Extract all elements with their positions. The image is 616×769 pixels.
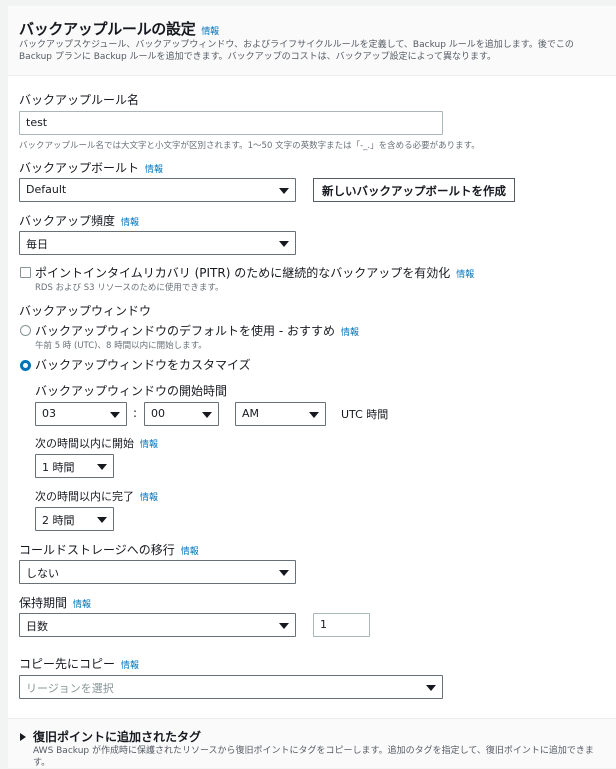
frequency-info-link[interactable]: 情報 <box>121 218 139 228</box>
retention-value-input[interactable]: 1 <box>313 613 370 637</box>
header-description: バックアップスケジュール、バックアップウィンドウ、およびライフサイクルルールを定… <box>19 40 574 62</box>
copy-region-placeholder: リージョンを選択 <box>26 682 114 695</box>
vault-select-value: Default <box>26 183 67 196</box>
create-vault-button[interactable]: 新しいバックアップボールトを作成 <box>313 178 515 202</box>
custom-window-radio[interactable] <box>20 360 31 371</box>
cold-storage-select[interactable]: しない <box>19 560 296 584</box>
frequency-select[interactable]: 毎日 <box>19 231 296 255</box>
start-time-label: バックアップウィンドウの開始時間 <box>35 384 228 398</box>
complete-within-label-text: 次の時間以内に完了 <box>35 490 134 503</box>
chevron-down-icon <box>202 412 212 418</box>
form-panel: バックアップルール名 test バックアップルール名では大文字と小文字が区別され… <box>8 76 616 718</box>
pitr-checkbox[interactable] <box>20 267 31 278</box>
hour-select[interactable]: 03 <box>35 402 127 426</box>
retention-label: 保持期間 情報 <box>19 594 91 611</box>
complete-within-value: 2 時間 <box>42 514 75 527</box>
start-within-value: 1 時間 <box>42 461 75 474</box>
start-within-label: 次の時間以内に開始 情報 <box>35 435 158 451</box>
default-window-label[interactable]: バックアップウィンドウのデフォルトを使用 - おすすめ <box>35 324 335 338</box>
copy-label-text: コピー先にコピー <box>19 657 116 671</box>
default-window-option: バックアップウィンドウのデフォルトを使用 - おすすめ 情報 <box>35 322 359 339</box>
tags-description: AWS Backup が作成時に保護されたリソースから復旧ポイントにタグをコピー… <box>33 746 594 768</box>
ampm-value: AM <box>242 407 260 420</box>
minute-select[interactable]: 00 <box>144 402 219 426</box>
frequency-label-text: バックアップ頻度 <box>19 214 116 228</box>
complete-within-label: 次の時間以内に完了 情報 <box>35 488 158 504</box>
pitr-info-link[interactable]: 情報 <box>456 270 474 280</box>
tags-toggle[interactable]: 復旧ポイントに追加されたタグ <box>33 728 201 745</box>
chevron-down-icon <box>279 241 289 247</box>
copy-info-link[interactable]: 情報 <box>121 661 139 671</box>
start-within-info-link[interactable]: 情報 <box>140 440 158 450</box>
window-label: バックアップウィンドウ <box>19 304 152 318</box>
minute-value: 00 <box>151 407 165 420</box>
pitr-label: ポイントインタイムリカバリ (PITR) のために継続的なバックアップを有効化情… <box>35 264 474 281</box>
start-within-select[interactable]: 1 時間 <box>35 454 114 478</box>
frequency-label: バックアップ頻度 情報 <box>19 212 139 229</box>
ampm-select[interactable]: AM <box>235 402 326 426</box>
chevron-down-icon <box>279 188 289 194</box>
retention-unit-value: 日数 <box>26 620 48 633</box>
chevron-down-icon <box>279 570 289 576</box>
chevron-down-icon <box>97 464 107 470</box>
cold-storage-label: コールドストレージへの移行 情報 <box>19 541 199 558</box>
chevron-down-icon <box>110 412 120 418</box>
cold-storage-value: しない <box>26 567 59 580</box>
page-title-text: バックアップルールの設定 <box>19 20 196 38</box>
caret-right-icon[interactable] <box>20 733 26 741</box>
copy-region-select[interactable]: リージョンを選択 <box>19 675 443 699</box>
vault-info-link[interactable]: 情報 <box>145 165 163 175</box>
default-window-info-link[interactable]: 情報 <box>341 328 359 338</box>
chevron-down-icon <box>97 517 107 523</box>
hour-value: 03 <box>42 407 56 420</box>
retention-unit-select[interactable]: 日数 <box>19 613 296 637</box>
retention-label-text: 保持期間 <box>19 596 68 610</box>
page-title: バックアップルールの設定 情報 <box>19 18 219 39</box>
chevron-down-icon <box>309 412 319 418</box>
vault-select[interactable]: Default <box>19 178 296 202</box>
pitr-hint: RDS および S3 リソースのために使用できます。 <box>35 283 224 293</box>
time-colon: : <box>133 406 138 420</box>
header-info-link[interactable]: 情報 <box>201 27 219 37</box>
vault-label-text: バックアップボールト <box>19 161 140 175</box>
complete-within-info-link[interactable]: 情報 <box>140 493 158 503</box>
rule-name-hint: バックアップルール名では大文字と小文字が区別されます。1～50 文字の英数字また… <box>19 141 480 151</box>
section-header: バックアップルールの設定 情報 バックアップスケジュール、バックアップウィンドウ、… <box>8 6 616 76</box>
default-window-radio[interactable] <box>20 325 31 336</box>
chevron-down-icon <box>426 685 436 691</box>
copy-label: コピー先にコピー 情報 <box>19 655 139 672</box>
custom-window-label[interactable]: バックアップウィンドウをカスタマイズ <box>35 356 251 373</box>
rule-name-input[interactable]: test <box>19 111 443 135</box>
pitr-label-text[interactable]: ポイントインタイムリカバリ (PITR) のために継続的なバックアップを有効化 <box>35 266 450 280</box>
retention-info-link[interactable]: 情報 <box>73 600 91 610</box>
rule-name-label: バックアップルール名 <box>19 93 140 107</box>
cold-storage-info-link[interactable]: 情報 <box>181 547 199 557</box>
vault-label: バックアップボールト 情報 <box>19 159 163 176</box>
cold-storage-label-text: コールドストレージへの移行 <box>19 543 175 557</box>
chevron-down-icon <box>279 623 289 629</box>
frequency-select-value: 毎日 <box>26 238 48 251</box>
complete-within-select[interactable]: 2 時間 <box>35 507 114 531</box>
tags-section: 復旧ポイントに追加されたタグ AWS Backup が作成時に保護されたリソース… <box>8 718 616 768</box>
start-within-label-text: 次の時間以内に開始 <box>35 437 134 450</box>
timezone-label: UTC 時間 <box>341 408 389 421</box>
default-window-hint: 午前 5 時 (UTC)、8 時間以内に開始します。 <box>35 341 207 351</box>
